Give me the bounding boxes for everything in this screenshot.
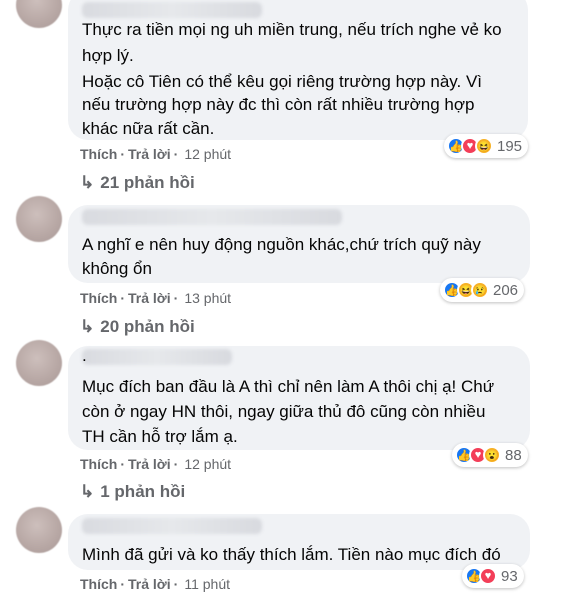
reply-button[interactable]: Trả lời: [128, 290, 171, 306]
author-name[interactable]: [82, 518, 262, 534]
comment-text-line: TH cần hỗ trợ lắm ạ.: [82, 427, 238, 446]
view-replies-button[interactable]: ↳ 20 phản hồi: [80, 317, 195, 337]
author-name[interactable]: [82, 2, 262, 18]
avatar[interactable]: [16, 196, 62, 242]
reaction-count: 195: [497, 137, 523, 155]
comment-actions: Thích · Trả lời · 13 phút: [80, 290, 232, 306]
like-button[interactable]: Thích: [80, 576, 117, 592]
comment-text-line: khác nữa rất cần.: [82, 119, 215, 138]
view-replies-button[interactable]: ↳ 1 phản hồi: [80, 482, 185, 502]
comment-text-line: A nghĩ e nên huy động nguồn khác,chứ trí…: [82, 235, 481, 254]
reply-arrow-icon: ↳: [80, 173, 95, 192]
comment-time[interactable]: 12 phút: [184, 146, 231, 162]
reaction-count: 206: [493, 281, 519, 299]
avatar[interactable]: [16, 507, 62, 553]
comment-text-line: nếu trường hợp này đc thì còn rất nhiều …: [82, 95, 475, 114]
avatar[interactable]: [16, 340, 62, 386]
reply-arrow-icon: ↳: [80, 317, 95, 336]
replies-count: 21 phản hồi: [100, 173, 195, 192]
comment-time[interactable]: 11 phút: [184, 576, 230, 592]
reaction-count: 88: [505, 446, 522, 464]
sad-icon: 😢: [471, 281, 489, 299]
reply-button[interactable]: Trả lời: [128, 146, 171, 162]
reactions-summary[interactable]: 👍 ♥ 😮 88: [452, 443, 528, 467]
comment-text-line: Mục đích ban đầu là A thì chỉ nên làm A …: [82, 377, 495, 396]
avatar[interactable]: [16, 0, 62, 28]
author-name[interactable]: [82, 349, 232, 365]
replies-count: 20 phản hồi: [100, 317, 195, 336]
comment-actions: Thích · Trả lời · 11 phút: [80, 576, 230, 592]
comment-bubble: A nghĩ e nên huy động nguồn khác,chứ trí…: [68, 205, 530, 283]
author-name[interactable]: [82, 209, 342, 225]
like-button[interactable]: Thích: [80, 456, 117, 472]
view-replies-button[interactable]: ↳ 21 phản hồi: [80, 173, 195, 193]
author-name-dot: .: [82, 346, 87, 365]
love-icon: ♥: [479, 567, 497, 585]
reply-button[interactable]: Trả lời: [128, 456, 171, 472]
wow-icon: 😮: [483, 446, 501, 464]
like-button[interactable]: Thích: [80, 290, 117, 306]
comment-text-line: hợp lý.: [82, 46, 134, 65]
comment-text-line: không ổn: [82, 259, 152, 278]
like-button[interactable]: Thích: [80, 146, 117, 162]
comment-text-line: Mình đã gửi và ko thấy thích lắm. Tiền n…: [82, 545, 501, 564]
comment-bubble: . Mục đích ban đầu là A thì chỉ nên làm …: [68, 346, 530, 450]
reaction-count: 93: [501, 567, 518, 585]
comment-text-line: còn ở ngay HN thôi, ngay giữa thủ đô cũn…: [82, 402, 486, 421]
replies-count: 1 phản hồi: [100, 482, 186, 501]
reactions-summary[interactable]: 👍 ♥ 93: [462, 564, 524, 588]
comment-bubble: Mình đã gửi và ko thấy thích lắm. Tiền n…: [68, 514, 530, 570]
comment-actions: Thích · Trả lời · 12 phút: [80, 146, 232, 162]
comment-text-line: Thực ra tiền mọi ng uh miền trung, nếu t…: [82, 20, 502, 39]
comment-time[interactable]: 13 phút: [184, 290, 231, 306]
comment-time[interactable]: 12 phút: [184, 456, 231, 472]
reply-button[interactable]: Trả lời: [128, 576, 171, 592]
comment-actions: Thích · Trả lời · 12 phút: [80, 456, 232, 472]
haha-icon: 😆: [475, 137, 493, 155]
comment-text-line: Hoặc cô Tiên có thể kêu gọi riêng trường…: [82, 72, 483, 91]
reactions-summary[interactable]: 👍 ♥ 😆 195: [444, 134, 529, 158]
reactions-summary[interactable]: 👍 😆 😢 206: [440, 278, 525, 302]
reply-arrow-icon: ↳: [80, 482, 95, 501]
